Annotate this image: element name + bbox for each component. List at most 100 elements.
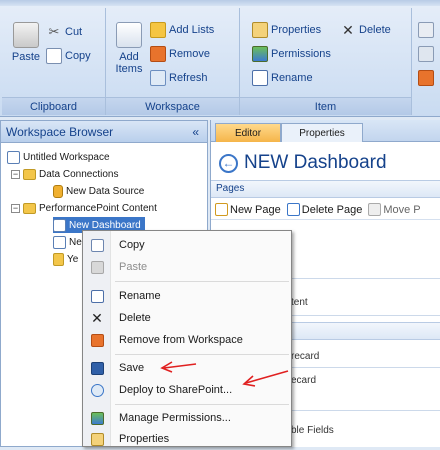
menu-separator <box>115 281 289 282</box>
cut-label: Cut <box>65 26 83 38</box>
remove-icon <box>90 333 104 347</box>
hidden-label-scorecard-2: ecard <box>291 375 317 386</box>
collapse-icon[interactable]: − <box>11 169 20 179</box>
tree-item-performancepoint-content[interactable]: − PerformancePoint Content <box>11 200 157 216</box>
editor-tabs: Editor Properties <box>211 120 440 142</box>
delete-icon: ✕ <box>342 22 354 38</box>
properties-button[interactable]: Properties <box>252 22 321 38</box>
tree-item-label: Ye <box>67 253 79 265</box>
divider <box>291 410 440 411</box>
delete-button[interactable]: ✕ Delete <box>340 22 391 38</box>
menu-separator <box>115 354 289 355</box>
tab-editor[interactable]: Editor <box>215 123 281 142</box>
workspace-browser-title: Workspace Browser <box>6 125 114 139</box>
menu-item-label: Paste <box>119 261 148 273</box>
workspace-browser-header: Workspace Browser « <box>1 121 207 143</box>
refresh-button[interactable]: Refresh <box>150 70 208 86</box>
workspace-group-label: Workspace <box>106 97 239 115</box>
ribbon-top-strip <box>0 0 440 6</box>
dashboard-icon <box>53 235 66 249</box>
move-page-button[interactable]: Move P <box>368 203 421 216</box>
scorecard-icon <box>53 252 64 266</box>
cut-icon: ✂ <box>48 24 60 39</box>
tree-item-data-connections[interactable]: − Data Connections <box>11 166 119 182</box>
overflow-icon-2[interactable] <box>418 46 434 62</box>
permissions-label: Permissions <box>271 48 331 60</box>
hidden-label-fields: ble Fields <box>291 425 334 436</box>
properties-icon <box>252 22 268 38</box>
collapse-icon[interactable]: − <box>11 203 20 213</box>
new-page-button[interactable]: New Page <box>215 203 281 216</box>
divider <box>291 315 440 316</box>
overflow-icon-1[interactable] <box>418 22 434 38</box>
back-arrow-icon[interactable]: ← <box>219 153 238 173</box>
tree-item-label: PerformancePoint Content <box>39 202 157 214</box>
menu-item-label: Manage Permissions... <box>119 412 231 424</box>
menu-item-delete[interactable]: ✕ Delete <box>83 307 291 329</box>
remove-button[interactable]: Remove <box>150 46 210 62</box>
add-items-icon <box>116 22 142 48</box>
divider <box>291 367 440 368</box>
menu-item-rename[interactable]: Rename <box>83 285 291 307</box>
menu-item-label: Rename <box>119 290 161 302</box>
menu-item-label: Remove from Workspace <box>119 334 243 346</box>
delete-page-icon <box>286 203 300 216</box>
tree-item-label: Data Connections <box>39 168 119 180</box>
add-lists-label: Add Lists <box>169 24 215 36</box>
item-group: Properties ✕ Delete Permissions Rename I… <box>240 8 412 115</box>
copy-icon <box>46 48 62 64</box>
rename-label: Rename <box>271 72 313 84</box>
remove-label: Remove <box>169 48 210 60</box>
rename-button[interactable]: Rename <box>252 70 313 86</box>
item-group-label: Item <box>240 97 411 115</box>
dashboard-title: ← NEW Dashboard <box>219 152 387 174</box>
copy-button[interactable]: Copy <box>46 48 91 64</box>
permissions-icon <box>90 411 104 425</box>
menu-item-save[interactable]: Save <box>83 357 291 379</box>
tab-properties[interactable]: Properties <box>281 123 363 142</box>
clipboard-group: Paste ✂ Cut Copy Clipboard <box>2 8 106 115</box>
dashboard-title-text: NEW Dashboard <box>244 152 387 173</box>
delete-label: Delete <box>359 24 391 36</box>
move-page-label: Move P <box>383 203 421 216</box>
new-page-label: New Page <box>230 203 281 216</box>
add-lists-icon <box>150 22 166 38</box>
overflow-group <box>412 8 440 115</box>
overflow-icon-3[interactable] <box>418 70 434 86</box>
delete-page-label: Delete Page <box>301 203 363 216</box>
paste-button[interactable]: Paste <box>8 22 44 63</box>
permissions-icon <box>252 46 268 62</box>
folder-icon <box>23 168 36 180</box>
add-items-button[interactable]: Add Items <box>112 22 146 75</box>
paste-label: Paste <box>11 51 41 63</box>
pages-toolbar: New Page Delete Page Move P <box>211 200 440 220</box>
context-menu: Copy Paste Rename ✕ Delete Remove from W… <box>82 230 292 447</box>
menu-item-manage-permissions[interactable]: Manage Permissions... <box>83 407 291 429</box>
workspace-group: Add Items Add Lists Remove Refresh Works… <box>106 8 240 115</box>
menu-item-label: Properties <box>119 433 170 445</box>
rename-icon <box>90 289 104 303</box>
menu-item-label: Copy <box>119 239 145 251</box>
tree-item-ye[interactable]: Ye <box>53 251 78 267</box>
properties-label: Properties <box>271 24 322 36</box>
permissions-button[interactable]: Permissions <box>252 46 331 62</box>
collapse-pane-button[interactable]: « <box>192 121 199 143</box>
tree-item-label: Ne <box>69 236 82 248</box>
paste-icon <box>90 260 104 274</box>
delete-page-button[interactable]: Delete Page <box>286 203 363 216</box>
menu-item-copy[interactable]: Copy <box>83 234 291 256</box>
refresh-label: Refresh <box>169 72 208 84</box>
menu-separator <box>115 404 289 405</box>
menu-item-deploy-to-sharepoint[interactable]: Deploy to SharePoint... <box>83 379 291 401</box>
tree-item-workspace[interactable]: Untitled Workspace <box>7 149 110 165</box>
cut-button[interactable]: ✂ Cut <box>46 24 83 40</box>
paste-icon <box>13 22 39 48</box>
menu-item-remove-from-workspace[interactable]: Remove from Workspace <box>83 329 291 351</box>
tree-item-new-data-source[interactable]: New Data Source <box>53 183 144 199</box>
add-lists-button[interactable]: Add Lists <box>150 22 214 38</box>
menu-item-paste[interactable]: Paste <box>83 256 291 278</box>
hidden-section-header <box>291 322 440 340</box>
clipboard-group-label: Clipboard <box>2 97 105 115</box>
rename-icon <box>252 70 268 86</box>
tree-item-ne[interactable]: Ne <box>53 234 82 250</box>
